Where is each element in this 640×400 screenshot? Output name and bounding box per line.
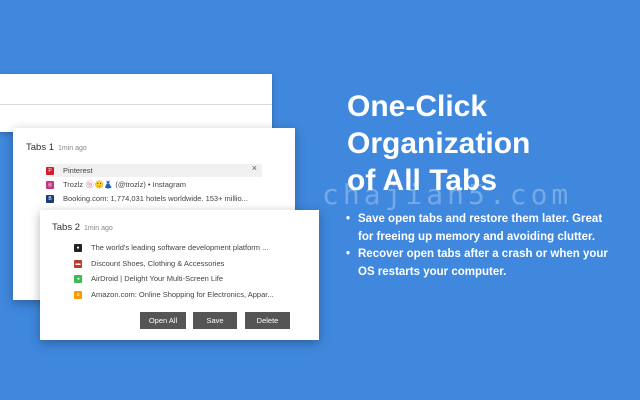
- feature-item: Recover open tabs after a crash or when …: [346, 246, 616, 281]
- pinterest-icon: P: [46, 166, 54, 175]
- feature-list: Save open tabs and restore them later. G…: [346, 211, 616, 281]
- instagram-icon: ◎: [46, 180, 54, 189]
- saved-tab-row[interactable]: ● The world's leading software developme…: [74, 241, 284, 254]
- saved-tab-title: Pinterest: [63, 166, 93, 175]
- saved-tab-title: AirDroid | Delight Your Multi-Screen Lif…: [91, 274, 224, 283]
- open-all-button[interactable]: Open All: [140, 312, 186, 329]
- saved-tab-title: Discount Shoes, Clothing & Accessories: [91, 259, 225, 268]
- saved-tab-title: Trozlz 🍥🙂👗 (@trozlz) • Instagram: [63, 180, 186, 189]
- save-button[interactable]: Save: [193, 312, 237, 329]
- booking-icon: B: [46, 194, 54, 203]
- tab-group-title: Tabs 2: [52, 222, 80, 233]
- saved-tab-row[interactable]: a Amazon.com: Online Shopping for Electr…: [74, 288, 284, 301]
- saved-tab-row[interactable]: P Pinterest ×: [46, 164, 262, 177]
- headline-line: Organization: [347, 127, 531, 160]
- watermark-text: chajian5.com: [322, 178, 573, 211]
- saved-tab-row[interactable]: ◎ Trozlz 🍥🙂👗 (@trozlz) • Instagram: [46, 178, 262, 191]
- saved-tab-row[interactable]: ▬ Discount Shoes, Clothing & Accessories: [74, 257, 284, 270]
- saved-tab-title: The world's leading software development…: [91, 243, 269, 252]
- close-icon[interactable]: ×: [252, 164, 257, 173]
- background-browser-window: [0, 74, 272, 132]
- saved-tab-title: Booking.com: 1,774,031 hotels worldwide.…: [63, 194, 248, 203]
- tab-group-time: 1min ago: [58, 145, 87, 152]
- tab-group-title: Tabs 1: [26, 142, 54, 153]
- saved-tab-title: Amazon.com: Online Shopping for Electron…: [91, 290, 274, 299]
- tab-group-header: Tabs 2 1min ago: [52, 222, 113, 233]
- amazon-icon: a: [74, 290, 82, 299]
- airdroid-icon: ◂: [74, 274, 82, 283]
- delete-button[interactable]: Delete: [245, 312, 290, 329]
- tab-group-time: 1min ago: [84, 225, 113, 232]
- headline-line: One-Click: [347, 90, 488, 123]
- window-divider: [0, 104, 272, 105]
- saved-tab-row[interactable]: ◂ AirDroid | Delight Your Multi-Screen L…: [74, 272, 284, 285]
- saved-tab-row[interactable]: B Booking.com: 1,774,031 hotels worldwid…: [46, 192, 262, 205]
- feature-item: Save open tabs and restore them later. G…: [346, 211, 616, 246]
- github-icon: ●: [74, 243, 82, 252]
- store-icon: ▬: [74, 259, 82, 268]
- tab-group-header: Tabs 1 1min ago: [26, 142, 87, 153]
- tab-group-card-2: Tabs 2 1min ago ● The world's leading sof…: [40, 210, 319, 340]
